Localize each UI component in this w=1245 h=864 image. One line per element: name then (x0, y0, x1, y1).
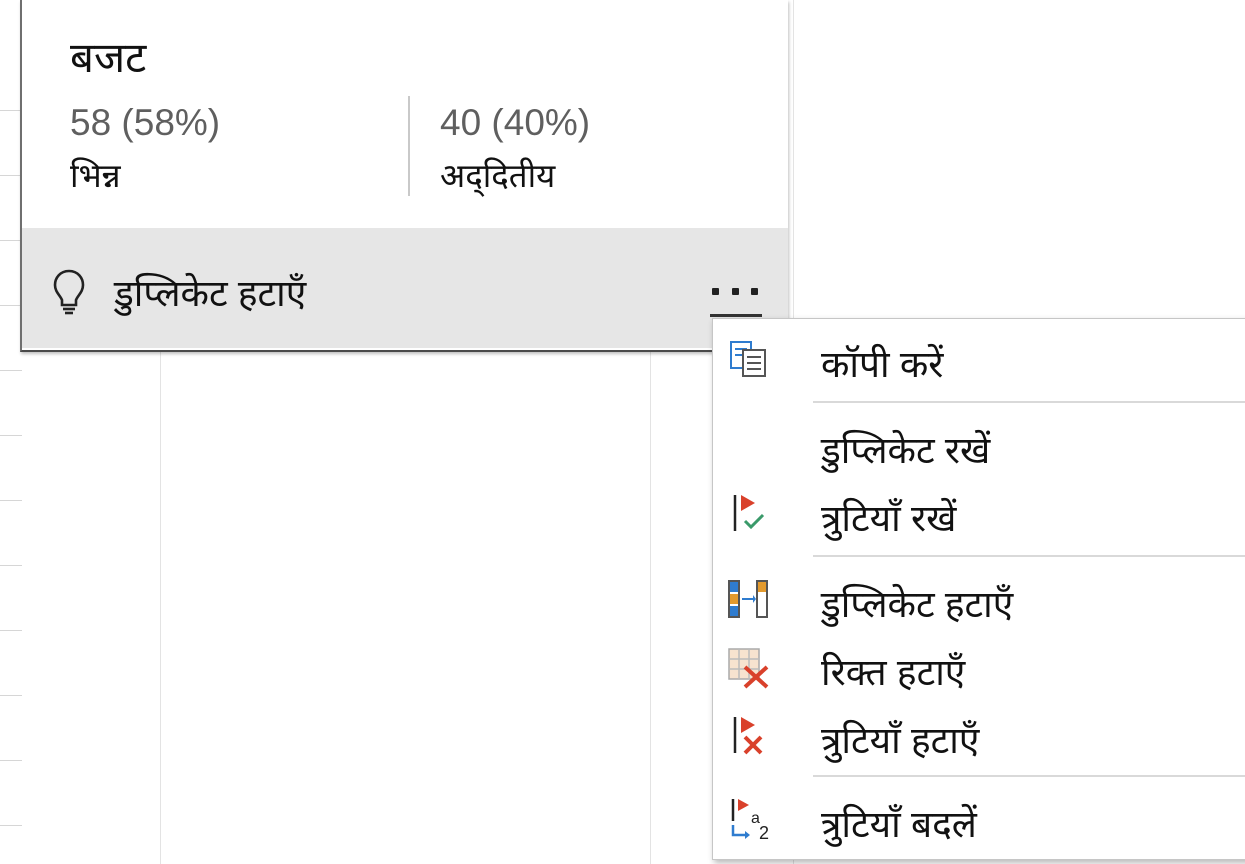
menu-item-remove-errors[interactable]: त्रुटियाँ हटाएँ (713, 703, 1245, 767)
replace-errors-icon: a 2 (731, 799, 769, 843)
remove-errors-icon (733, 717, 763, 755)
menu-item-label: रिक्त हटाएँ (821, 652, 966, 693)
grid-line (0, 825, 22, 826)
svg-text:2: 2 (759, 823, 769, 843)
stat-divider (408, 96, 410, 196)
dot (712, 287, 719, 295)
distinct-label: भिन्न (70, 157, 121, 194)
distinct-count: 58 (58%) (70, 102, 221, 143)
grid-line (0, 110, 22, 111)
keep-errors-icon (733, 495, 765, 531)
menu-separator (813, 555, 1245, 557)
menu-item-copy[interactable]: कॉपी करें (713, 327, 1245, 391)
menu-item-label: त्रुटियाँ रखें (821, 498, 957, 539)
remove-empty-icon (728, 648, 769, 689)
lightbulb-icon (53, 269, 85, 315)
menu-item-label: त्रुटियाँ बदलें (821, 804, 977, 845)
more-options-underline (710, 314, 762, 317)
distinct-stat: 58 (58%) भिन्न (70, 102, 220, 197)
grid-line (0, 760, 22, 761)
grid-line (0, 435, 22, 436)
unique-count: 40 (40%) (440, 102, 591, 143)
menu-item-remove-empty[interactable]: रिक्त हटाएँ (713, 635, 1245, 699)
menu-item-label: डुप्लिकेट रखें (821, 430, 991, 471)
more-options-icon[interactable] (712, 280, 758, 302)
grid-line (0, 370, 22, 371)
copy-icon (730, 341, 766, 377)
menu-item-replace-errors[interactable]: a 2 त्रुटियाँ बदलें (713, 787, 1245, 851)
menu-item-label: त्रुटियाँ हटाएँ (821, 720, 980, 761)
remove-duplicates-icon (728, 580, 768, 618)
column-profile-card: बजट 58 (58%) भिन्न 40 (40%) अद्‌दितीय डु… (20, 0, 788, 352)
menu-item-label: कॉपी करें (821, 344, 944, 385)
grid-line (0, 175, 22, 176)
grid-line (0, 630, 22, 631)
suggested-action-bar[interactable]: डुप्लिकेट हटाएँ (22, 228, 788, 348)
suggested-action-label[interactable]: डुप्लिकेट हटाएँ (114, 266, 306, 317)
dot (731, 287, 739, 295)
unique-label: अद्‌दितीय (440, 157, 556, 194)
grid-line (0, 305, 22, 306)
menu-separator (813, 775, 1245, 777)
menu-item-keep-errors[interactable]: त्रुटियाँ रखें (713, 481, 1245, 545)
menu-item-label: डुप्लिकेट हटाएँ (821, 584, 1014, 625)
menu-separator (813, 401, 1245, 403)
column-title: बजट (70, 34, 147, 81)
grid-line (0, 695, 22, 696)
menu-item-keep-duplicates[interactable]: डुप्लिकेट रखें (713, 413, 1245, 477)
grid-line (0, 240, 22, 241)
context-menu: कॉपी करें डुप्लिकेट रखें त्रुटियाँ रखें … (712, 318, 1245, 860)
grid-line (0, 500, 22, 501)
dot (751, 287, 758, 295)
grid-line (0, 565, 22, 566)
menu-item-remove-duplicates[interactable]: डुप्लिकेट हटाएँ (713, 567, 1245, 631)
unique-stat: 40 (40%) अद्‌दितीय (440, 102, 590, 197)
